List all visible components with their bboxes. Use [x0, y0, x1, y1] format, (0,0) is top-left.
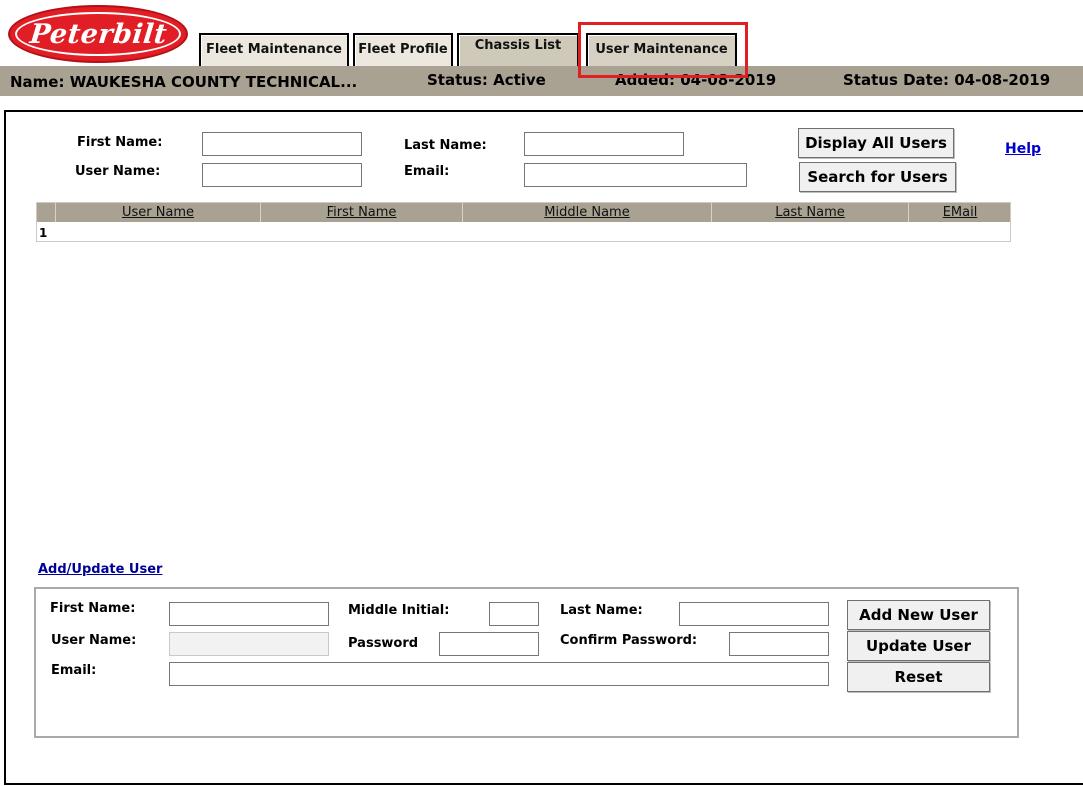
- update-user-button[interactable]: Update User: [847, 631, 990, 661]
- search-user-name-label: User Name:: [75, 164, 161, 179]
- user-name-label: User Name:: [51, 633, 137, 648]
- search-email-input[interactable]: [524, 163, 747, 187]
- column-header-email[interactable]: EMail: [908, 203, 1011, 222]
- account-status-bar: Name: WAUKESHA COUNTY TECHNICAL... Statu…: [0, 66, 1083, 96]
- account-status-date: Status Date: 04-08-2019: [843, 71, 1051, 89]
- reset-button[interactable]: Reset: [847, 662, 990, 692]
- grid-header: User Name First Name Middle Name Last Na…: [37, 203, 1010, 222]
- middle-initial-label: Middle Initial:: [348, 603, 450, 618]
- logo-oval: Peterbilt: [15, 12, 181, 56]
- first-name-label: First Name:: [50, 601, 136, 616]
- search-email-label: Email:: [404, 164, 450, 179]
- search-first-name-input[interactable]: [202, 132, 362, 156]
- tab-chassis-list[interactable]: Chassis List: [457, 33, 579, 67]
- email-input[interactable]: [169, 662, 829, 686]
- row-index: 1: [39, 226, 48, 240]
- column-header-first-name[interactable]: First Name: [260, 203, 462, 222]
- highlight-box: [578, 22, 748, 78]
- search-last-name-label: Last Name:: [404, 138, 487, 153]
- search-user-name-input[interactable]: [202, 163, 362, 187]
- middle-initial-input[interactable]: [489, 602, 539, 626]
- email-label: Email:: [51, 663, 97, 678]
- password-input[interactable]: [439, 632, 539, 656]
- search-first-name-label: First Name:: [77, 135, 163, 150]
- password-label: Password: [348, 636, 419, 651]
- confirm-password-input[interactable]: [729, 632, 829, 656]
- add-update-user-link[interactable]: Add/Update User: [38, 562, 162, 577]
- account-name: Name: WAUKESHA COUNTY TECHNICAL...: [10, 73, 358, 91]
- search-last-name-input[interactable]: [524, 132, 684, 156]
- column-header-last-name[interactable]: Last Name: [711, 203, 908, 222]
- last-name-input[interactable]: [679, 602, 829, 626]
- confirm-password-label: Confirm Password:: [560, 633, 698, 648]
- column-header-middle-name[interactable]: Middle Name: [462, 203, 711, 222]
- tab-fleet-profile[interactable]: Fleet Profile: [353, 33, 453, 67]
- account-status: Status: Active: [427, 71, 546, 89]
- help-link[interactable]: Help: [1005, 141, 1041, 157]
- tab-fleet-maintenance[interactable]: Fleet Maintenance: [199, 33, 349, 67]
- last-name-label: Last Name:: [560, 603, 643, 618]
- table-row[interactable]: 1: [37, 222, 1010, 242]
- first-name-input[interactable]: [169, 602, 329, 626]
- display-all-users-button[interactable]: Display All Users: [798, 128, 954, 158]
- logo-text: Peterbilt: [27, 18, 169, 50]
- column-header-user-name[interactable]: User Name: [55, 203, 260, 222]
- search-users-button[interactable]: Search for Users: [799, 162, 956, 192]
- user-name-input: [169, 632, 329, 656]
- users-grid: User Name First Name Middle Name Last Na…: [36, 202, 1011, 242]
- peterbilt-logo: Peterbilt: [8, 5, 188, 63]
- add-new-user-button[interactable]: Add New User: [847, 600, 990, 630]
